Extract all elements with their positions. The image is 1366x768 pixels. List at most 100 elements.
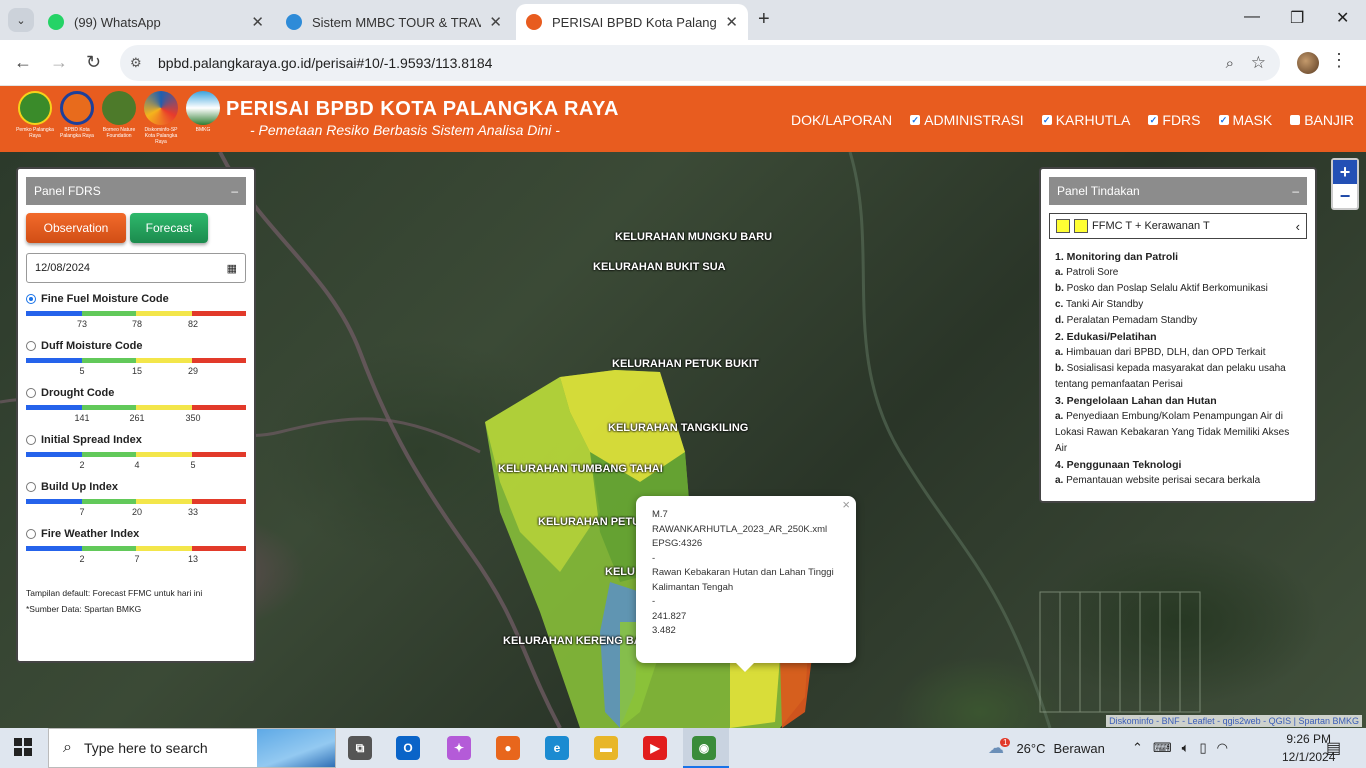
scale-tick-label: 29 <box>187 366 199 376</box>
youtube-icon[interactable]: ▶ <box>643 736 667 760</box>
zoom-out-button[interactable]: − <box>1333 184 1357 208</box>
profile-avatar[interactable] <box>1297 52 1319 74</box>
index-label[interactable]: Fire Weather Index <box>26 528 246 540</box>
back-arrow-icon[interactable]: ← <box>14 52 32 73</box>
radio-button[interactable] <box>26 294 36 304</box>
url-field[interactable]: ⚙ bpbd.palangkaraya.go.id/perisai#10/-1.… <box>120 45 1280 81</box>
collapse-button[interactable]: – <box>231 184 238 198</box>
logo-bpbd: BPBD Kota Palangka Raya <box>58 91 96 145</box>
collapse-button[interactable]: – <box>1292 184 1299 198</box>
close-tab-icon[interactable]: ✕ <box>489 13 502 31</box>
close-tab-icon[interactable]: ✕ <box>725 13 738 31</box>
outlook-icon[interactable]: O <box>396 736 420 760</box>
index-label[interactable]: Drought Code <box>26 387 246 399</box>
date-input[interactable]: 12/08/2024 ▦ <box>26 253 246 283</box>
restore-button[interactable]: ❐ <box>1290 8 1304 28</box>
calendar-icon[interactable]: ▦ <box>227 262 237 275</box>
edge-icon[interactable]: e <box>545 736 569 760</box>
weather-widget[interactable]: ☁ 1 26°C Berawan <box>988 728 1105 768</box>
close-tab-icon[interactable]: ✕ <box>251 13 264 31</box>
index-label[interactable]: Initial Spread Index <box>26 434 246 446</box>
action-item: a. Patroli Sore <box>1055 265 1301 281</box>
fdrs-index-option[interactable]: Fine Fuel Moisture Code 73 78 82 <box>26 293 246 330</box>
radio-button[interactable] <box>26 529 36 539</box>
copilot-icon[interactable]: ✦ <box>447 736 471 760</box>
zoom-icon[interactable]: ⌕ <box>1226 55 1234 72</box>
nav-karhutla[interactable]: ✓ KARHUTLA <box>1041 112 1130 128</box>
nav-administrasi[interactable]: ✓ ADMINISTRASI <box>910 112 1024 128</box>
minimize-button[interactable]: — <box>1244 8 1260 26</box>
radio-button[interactable] <box>26 341 36 351</box>
fdrs-index-option[interactable]: Drought Code 141 261 350 <box>26 387 246 424</box>
browser-menu-icon[interactable]: ⋮ <box>1330 50 1348 71</box>
logo-bnf: Borneo Nature Foundation <box>100 91 138 145</box>
scale-ticks: 141 261 350 <box>26 410 246 424</box>
file-explorer-icon[interactable]: ▬ <box>594 736 618 760</box>
scale-tick-label: 2 <box>79 460 85 470</box>
scale-tick-label: 7 <box>79 507 85 517</box>
nav-mask[interactable]: ✓ MASK <box>1218 112 1272 128</box>
fdrs-index-option[interactable]: Initial Spread Index 2 4 5 <box>26 434 246 471</box>
scale-tick-label: 141 <box>74 413 90 423</box>
fdrs-index-option[interactable]: Build Up Index 7 20 33 <box>26 481 246 518</box>
taskbar-search[interactable]: ⌕ Type here to search <box>48 728 336 768</box>
close-window-button[interactable]: ✕ <box>1336 8 1349 28</box>
scale-tick-label: 78 <box>131 319 143 329</box>
tab-search-button[interactable]: ⌄ <box>8 8 34 32</box>
observation-button[interactable]: Observation <box>26 213 126 243</box>
volume-icon[interactable]: 🔈︎ <box>1182 740 1190 756</box>
task-view-icon[interactable]: ⧉ <box>348 736 372 760</box>
chrome-icon[interactable]: ◉ <box>692 736 716 760</box>
note-default: Tampilan default: Forecast FFMC untuk ha… <box>26 588 203 598</box>
wifi-icon[interactable]: ◠ <box>1217 740 1228 756</box>
radio-button[interactable] <box>26 482 36 492</box>
nav-banjir[interactable]: BANJIR <box>1290 112 1354 128</box>
scale-tick-label: 20 <box>131 507 143 517</box>
action-item-text: Posko dan Poslap Selalu Aktif Berkomunik… <box>1066 283 1268 294</box>
popup-close-icon[interactable]: × <box>842 497 850 513</box>
tab-mmbc[interactable]: Sistem MMBC TOUR & TRAVEL ✕ <box>276 4 512 40</box>
layer-select[interactable]: FFMC T + Kerawanan T ‹ <box>1049 213 1307 239</box>
map-popup: × M.7 RAWANKARHUTLA_2023_AR_250K.xml EPS… <box>636 496 856 663</box>
tab-whatsapp[interactable]: (99) WhatsApp ✕ <box>38 4 274 40</box>
forecast-button[interactable]: Forecast <box>130 213 208 243</box>
tab-perisai[interactable]: PERISAI BPBD Kota Palangka Ra ✕ <box>516 4 748 40</box>
zoom-in-button[interactable]: + <box>1333 160 1357 184</box>
notifications-icon[interactable]: ▤ <box>1326 728 1341 768</box>
action-section-heading: 2. Edukasi/Pelatihan <box>1055 331 1157 343</box>
map-label: KELURAHAN PETU <box>538 516 641 528</box>
chevron-left-icon[interactable]: ‹ <box>1296 219 1300 234</box>
popup-line: - <box>652 552 656 564</box>
windows-start-icon[interactable] <box>14 738 32 756</box>
nav-fdrs[interactable]: ✓ FDRS <box>1148 112 1201 128</box>
radio-button[interactable] <box>26 435 36 445</box>
action-list: 1. Monitoring dan Patroli a. Patroli Sore… <box>1055 249 1301 489</box>
map-label: KELURAHAN BUKIT SUA <box>593 261 726 273</box>
radio-button[interactable] <box>26 388 36 398</box>
nav-dok-laporan[interactable]: DOK/LAPORAN <box>791 112 892 128</box>
fdrs-index-option[interactable]: Fire Weather Index 2 7 13 <box>26 528 246 565</box>
bookmark-star-icon[interactable]: ☆ <box>1251 53 1266 73</box>
map-attribution[interactable]: Diskominfo - BNF - Leaflet - qgis2web - … <box>1106 715 1362 727</box>
scale-tick-label: 2 <box>79 554 85 564</box>
panel-title: Panel Tindakan <box>1057 184 1140 198</box>
index-label[interactable]: Duff Moisture Code <box>26 340 246 352</box>
windows-taskbar: ⌕ Type here to search ⧉ O ✦ ● e ▬ ▶ ◉ ☁ 1 26°C … <box>0 728 1366 768</box>
browser-tab-bar: ⌄ (99) WhatsApp ✕ Sistem MMBC TOUR & TRA… <box>0 0 1366 40</box>
search-highlight-image <box>257 729 335 767</box>
index-label[interactable]: Build Up Index <box>26 481 246 493</box>
site-info-icon[interactable]: ⚙ <box>130 55 150 71</box>
battery-icon[interactable]: ▯ <box>1199 740 1206 756</box>
action-item-key: a. <box>1055 267 1064 278</box>
firefox-icon[interactable]: ● <box>496 736 520 760</box>
new-tab-button[interactable]: + <box>758 8 770 31</box>
language-icon[interactable]: ⌨ <box>1153 740 1172 756</box>
index-name: Duff Moisture Code <box>41 340 143 352</box>
action-item-key: a. <box>1055 475 1064 486</box>
fdrs-index-option[interactable]: Duff Moisture Code 5 15 29 <box>26 340 246 377</box>
index-label[interactable]: Fine Fuel Moisture Code <box>26 293 246 305</box>
forward-arrow-icon[interactable]: → <box>50 52 68 73</box>
reload-icon[interactable]: ↻ <box>86 52 101 73</box>
chevron-up-icon[interactable]: ⌃ <box>1132 740 1143 756</box>
checkbox-checked-icon: ✓ <box>910 114 921 125</box>
